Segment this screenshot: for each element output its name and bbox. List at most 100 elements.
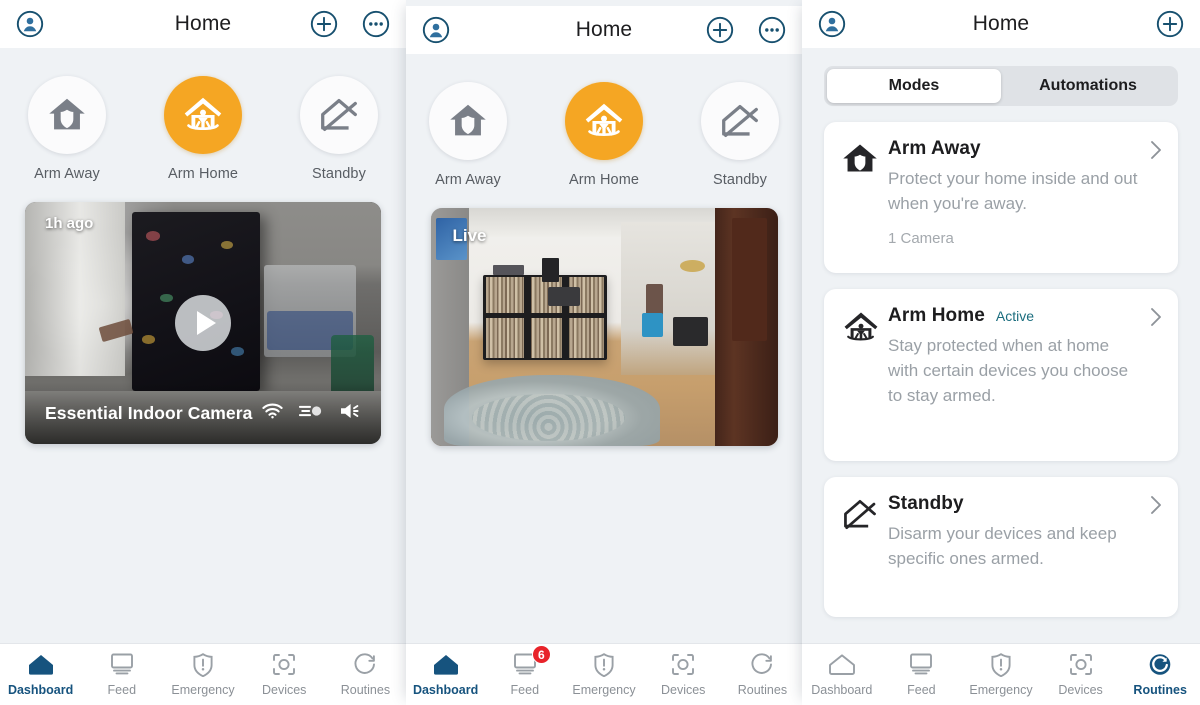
nav-item-dashboard[interactable]: Dashboard: [802, 651, 882, 697]
house-shield-icon: [49, 98, 85, 130]
nav-item-devices[interactable]: Devices: [244, 651, 325, 697]
chevron-right-icon[interactable]: [1150, 495, 1162, 520]
mode-circle: [164, 76, 242, 154]
phone-panel-middle: Home Arm Away Arm Home Standby Live Dash…: [406, 0, 802, 705]
house-shield-icon: [840, 138, 888, 257]
card-description: Stay protected when at home with certain…: [888, 336, 1129, 405]
screenshot-root: Home Arm Away Arm Home Standby 1h ago Es…: [0, 0, 1200, 705]
nav-label: Emergency: [572, 683, 636, 697]
mode-label: Arm Home: [568, 172, 640, 188]
tab-modes[interactable]: Modes: [827, 69, 1001, 103]
house-person-icon: [585, 103, 623, 137]
nav-item-routines[interactable]: Routines: [1120, 651, 1200, 697]
monitor-icon: 6: [511, 645, 551, 677]
nav-item-feed[interactable]: 6 Feed: [485, 645, 564, 697]
routines-icon: [749, 651, 775, 677]
mode-card-arm-away[interactable]: Arm Away Protect your home inside and ou…: [824, 122, 1178, 273]
routines-icon: [1147, 651, 1173, 677]
mode-button-standby[interactable]: Standby: [690, 82, 790, 188]
nav-item-emergency[interactable]: Emergency: [564, 651, 643, 697]
card-title: Arm Away: [888, 138, 981, 159]
camera-card-recording[interactable]: 1h ago Essential Indoor Camera: [25, 202, 381, 444]
nav-label: Devices: [261, 683, 307, 697]
nav-label: Routines: [340, 683, 391, 697]
nav-label: Devices: [660, 683, 706, 697]
app-header-middle: Home: [406, 6, 802, 54]
status-badge: Active: [995, 308, 1035, 324]
nav-item-routines[interactable]: Routines: [723, 651, 802, 697]
mode-label: Arm Away: [435, 172, 501, 188]
nav-label: Routines: [737, 683, 788, 697]
house-person-icon: [840, 305, 888, 445]
mode-button-arm-away[interactable]: Arm Away: [17, 76, 117, 182]
card-meta: 1 Camera: [888, 230, 954, 247]
more-circle-icon[interactable]: [362, 10, 390, 38]
nav-item-emergency[interactable]: Emergency: [162, 651, 243, 697]
nav-item-devices[interactable]: Devices: [1041, 651, 1121, 697]
mode-circle: [565, 82, 643, 160]
account-circle-icon[interactable]: [16, 10, 44, 38]
plus-circle-icon[interactable]: [1156, 10, 1184, 38]
shield-alert-icon: [989, 651, 1013, 677]
devices-icon: [1068, 651, 1094, 677]
nav-item-routines[interactable]: Routines: [325, 651, 406, 697]
camera-timestamp: 1h ago: [45, 215, 94, 232]
page-title: Home: [174, 12, 232, 35]
speaker-icon: [339, 402, 361, 425]
monitor-icon: [108, 651, 136, 677]
house-slash-icon: [321, 98, 357, 132]
nav-label: Dashboard: [7, 683, 74, 697]
home-icon: [827, 651, 857, 677]
nav-label: Dashboard: [412, 683, 479, 697]
play-icon[interactable]: [175, 295, 231, 351]
camera-card-live[interactable]: Live: [430, 208, 778, 446]
mode-label: Standby: [713, 172, 767, 188]
shield-alert-icon: [191, 651, 215, 677]
tab-label: Modes: [888, 77, 940, 94]
home-icon: [431, 651, 461, 677]
nav-item-feed[interactable]: Feed: [81, 651, 162, 697]
mode-button-arm-home[interactable]: Arm Home: [153, 76, 253, 182]
card-title: Standby: [888, 493, 964, 514]
chevron-right-icon[interactable]: [1150, 307, 1162, 332]
plus-circle-icon[interactable]: [706, 16, 734, 44]
nav-label: Dashboard: [811, 683, 873, 697]
mode-circle: [28, 76, 106, 154]
mode-circle: [701, 82, 779, 160]
tab-automations[interactable]: Automations: [1001, 69, 1175, 103]
nav-item-dashboard[interactable]: Dashboard: [406, 651, 485, 697]
account-circle-icon[interactable]: [818, 10, 846, 38]
mode-button-arm-home[interactable]: Arm Home: [554, 82, 654, 188]
bottom-nav-middle: Dashboard 6 Feed Emergency Devices Routi…: [406, 643, 802, 705]
mode-card-standby[interactable]: Standby Disarm your devices and keep spe…: [824, 477, 1178, 617]
more-circle-icon[interactable]: [758, 16, 786, 44]
nav-item-devices[interactable]: Devices: [644, 651, 723, 697]
house-slash-icon: [840, 493, 888, 601]
chevron-right-icon[interactable]: [1150, 140, 1162, 165]
mode-circle: [429, 82, 507, 160]
app-header-right: Home: [802, 0, 1200, 48]
camera-footer: Essential Indoor Camera: [25, 382, 381, 444]
devices-icon: [271, 651, 297, 677]
shield-alert-icon: [592, 651, 616, 677]
routines-icon: [352, 651, 378, 677]
nav-item-dashboard[interactable]: Dashboard: [0, 651, 81, 697]
phone-panel-right: Home Modes Automations Arm Away Protect …: [802, 0, 1200, 705]
camera-name: Essential Indoor Camera: [45, 402, 253, 423]
nav-label: Feed: [510, 683, 540, 697]
nav-label: Feed: [107, 683, 137, 697]
account-circle-icon[interactable]: [422, 16, 450, 44]
nav-item-feed[interactable]: Feed: [882, 651, 962, 697]
card-description: Protect your home inside and out when yo…: [888, 169, 1138, 213]
house-slash-icon: [722, 104, 758, 138]
mode-card-arm-home[interactable]: Arm Home Active Stay protected when at h…: [824, 289, 1178, 461]
devices-icon: [670, 651, 696, 677]
plus-circle-icon[interactable]: [310, 10, 338, 38]
nav-item-emergency[interactable]: Emergency: [961, 651, 1041, 697]
nav-label: Devices: [1058, 683, 1103, 697]
mode-button-standby[interactable]: Standby: [289, 76, 389, 182]
nav-label: Emergency: [171, 683, 235, 697]
mode-button-arm-away[interactable]: Arm Away: [418, 82, 518, 188]
home-icon: [26, 651, 56, 677]
house-shield-icon: [450, 104, 486, 136]
